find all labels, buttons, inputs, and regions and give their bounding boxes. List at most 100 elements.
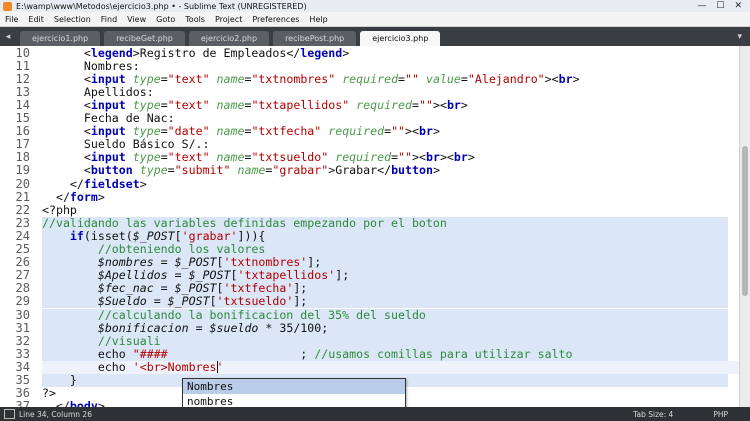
- code-token: =: [160, 150, 168, 165]
- code-token: "txtsueldo": [251, 150, 329, 165]
- tab-label: recibeGet.php: [116, 34, 173, 43]
- code-token: //calculando la bonificacion del 35% del…: [97, 307, 426, 322]
- line-number: 32: [15, 333, 30, 348]
- menu-help[interactable]: Help: [304, 15, 332, 24]
- code-token: required: [356, 97, 413, 112]
- menu-view[interactable]: View: [122, 15, 151, 24]
- code-token: "text": [167, 71, 210, 86]
- code-token: <: [42, 150, 91, 165]
- status-bar: Line 34, Column 26 Tab Size: 4 PHP: [0, 407, 750, 421]
- code-token: br: [419, 124, 433, 139]
- minimize-icon[interactable]: —: [697, 1, 706, 11]
- code-token: [: [209, 294, 217, 309]
- code-token: Fecha de Nac:: [42, 111, 175, 125]
- code-token: ];: [335, 268, 350, 283]
- syntax-selector[interactable]: PHP: [713, 410, 728, 419]
- code-token: type: [132, 124, 161, 139]
- code-token: 'grabar': [181, 228, 238, 243]
- menu-find[interactable]: Find: [96, 15, 122, 24]
- line-number: 37: [15, 399, 30, 407]
- line-number-gutter: 10 11 12 13 14 15 16 17 18 19 20 21 22 23 24 25 26 27 28 29…: [0, 46, 38, 407]
- code-token: =: [153, 255, 175, 270]
- code-token: $_POST: [174, 255, 217, 270]
- code-token: =: [160, 97, 168, 112]
- code-token: br: [446, 97, 461, 112]
- autocomplete-item[interactable]: nombres: [183, 394, 405, 407]
- close-icon[interactable]: ✕: [734, 1, 742, 11]
- tab-recibeget[interactable]: recibeGet.php: [104, 31, 185, 46]
- code-token: "": [405, 71, 419, 86]
- line-number: 29: [15, 294, 30, 309]
- tab-ejercicio2[interactable]: ejercicio2.php: [188, 31, 270, 46]
- text-caret: [217, 361, 218, 374]
- code-token: =: [460, 71, 468, 86]
- menu-edit[interactable]: Edit: [23, 15, 49, 24]
- tab-ejercicio3[interactable]: ejercicio3.php: [360, 31, 441, 46]
- scrollbar-thumb[interactable]: [742, 146, 748, 296]
- code-token: </: [42, 189, 70, 204]
- code-token: name: [216, 150, 245, 165]
- tab-label: ejercicio3.php: [372, 34, 429, 43]
- line-number: 13: [15, 84, 30, 99]
- code-token: 'txtapellidos': [237, 268, 336, 283]
- code-token: value: [425, 71, 461, 86]
- menu-project[interactable]: Project: [210, 15, 247, 24]
- tab-ejercicio1[interactable]: ejercicio1.php: [20, 31, 101, 46]
- menu-preferences[interactable]: Preferences: [247, 15, 304, 24]
- code-area[interactable]: <legend>Registro de Empleados</legend> N…: [42, 46, 742, 407]
- code-token: "": [398, 150, 413, 165]
- code-token: required: [335, 150, 392, 165]
- autocomplete-item-selected[interactable]: Nombres: [183, 379, 405, 394]
- code-token: "": [419, 97, 433, 112]
- menu-selection[interactable]: Selection: [49, 15, 96, 24]
- code-token: input: [90, 97, 126, 112]
- menu-goto[interactable]: Goto: [151, 15, 180, 24]
- line-number: 21: [15, 189, 30, 204]
- vertical-scrollbar[interactable]: [739, 46, 750, 407]
- code-token: </: [42, 176, 84, 191]
- maximize-icon[interactable]: ☐: [716, 1, 724, 11]
- tab-label: ejercicio1.php: [32, 34, 89, 43]
- autocomplete-popup: Nombres nombres: [182, 378, 406, 407]
- tab-recibepost[interactable]: recibePost.php: [273, 31, 357, 46]
- code-editor[interactable]: 10 11 12 13 14 15 16 17 18 19 20 21 22 23 24 25 26 27 28 29…: [0, 46, 750, 407]
- code-token: }: [42, 373, 77, 387]
- code-token: >Grabar</: [328, 163, 392, 178]
- cursor-position: Line 34, Column 26: [19, 409, 92, 419]
- panel-toggle-icon[interactable]: [4, 409, 15, 419]
- menu-file[interactable]: File: [0, 15, 23, 24]
- tab-list-dropdown-icon[interactable]: ▾: [737, 32, 750, 42]
- code-token: Nombres:: [42, 58, 140, 73]
- code-token: <: [42, 71, 91, 86]
- code-token: type: [132, 150, 161, 165]
- tab-size-selector[interactable]: Tab Size: 4: [633, 410, 673, 419]
- tab-scroll-left-icon[interactable]: ◂: [0, 32, 16, 42]
- code-token: $fec_nac: [97, 281, 154, 296]
- code-token: name: [237, 163, 266, 178]
- code-token: "text": [167, 150, 210, 165]
- code-line: </body>: [42, 400, 105, 407]
- menu-tools[interactable]: Tools: [180, 15, 210, 24]
- code-token: button: [90, 163, 133, 178]
- code-token: legend: [90, 46, 133, 60]
- code-token: type: [132, 71, 161, 86]
- code-token: //visuali: [97, 333, 161, 348]
- code-token: >: [342, 46, 350, 60]
- code-token: ];: [293, 294, 308, 309]
- code-token: Apellidos:: [42, 84, 154, 99]
- code-token: >: [139, 176, 147, 191]
- code-token: >: [432, 163, 440, 178]
- line-number: 23: [15, 215, 30, 230]
- code-token: required: [342, 71, 399, 86]
- code-token: =: [167, 163, 175, 178]
- code-token: >: [467, 150, 475, 165]
